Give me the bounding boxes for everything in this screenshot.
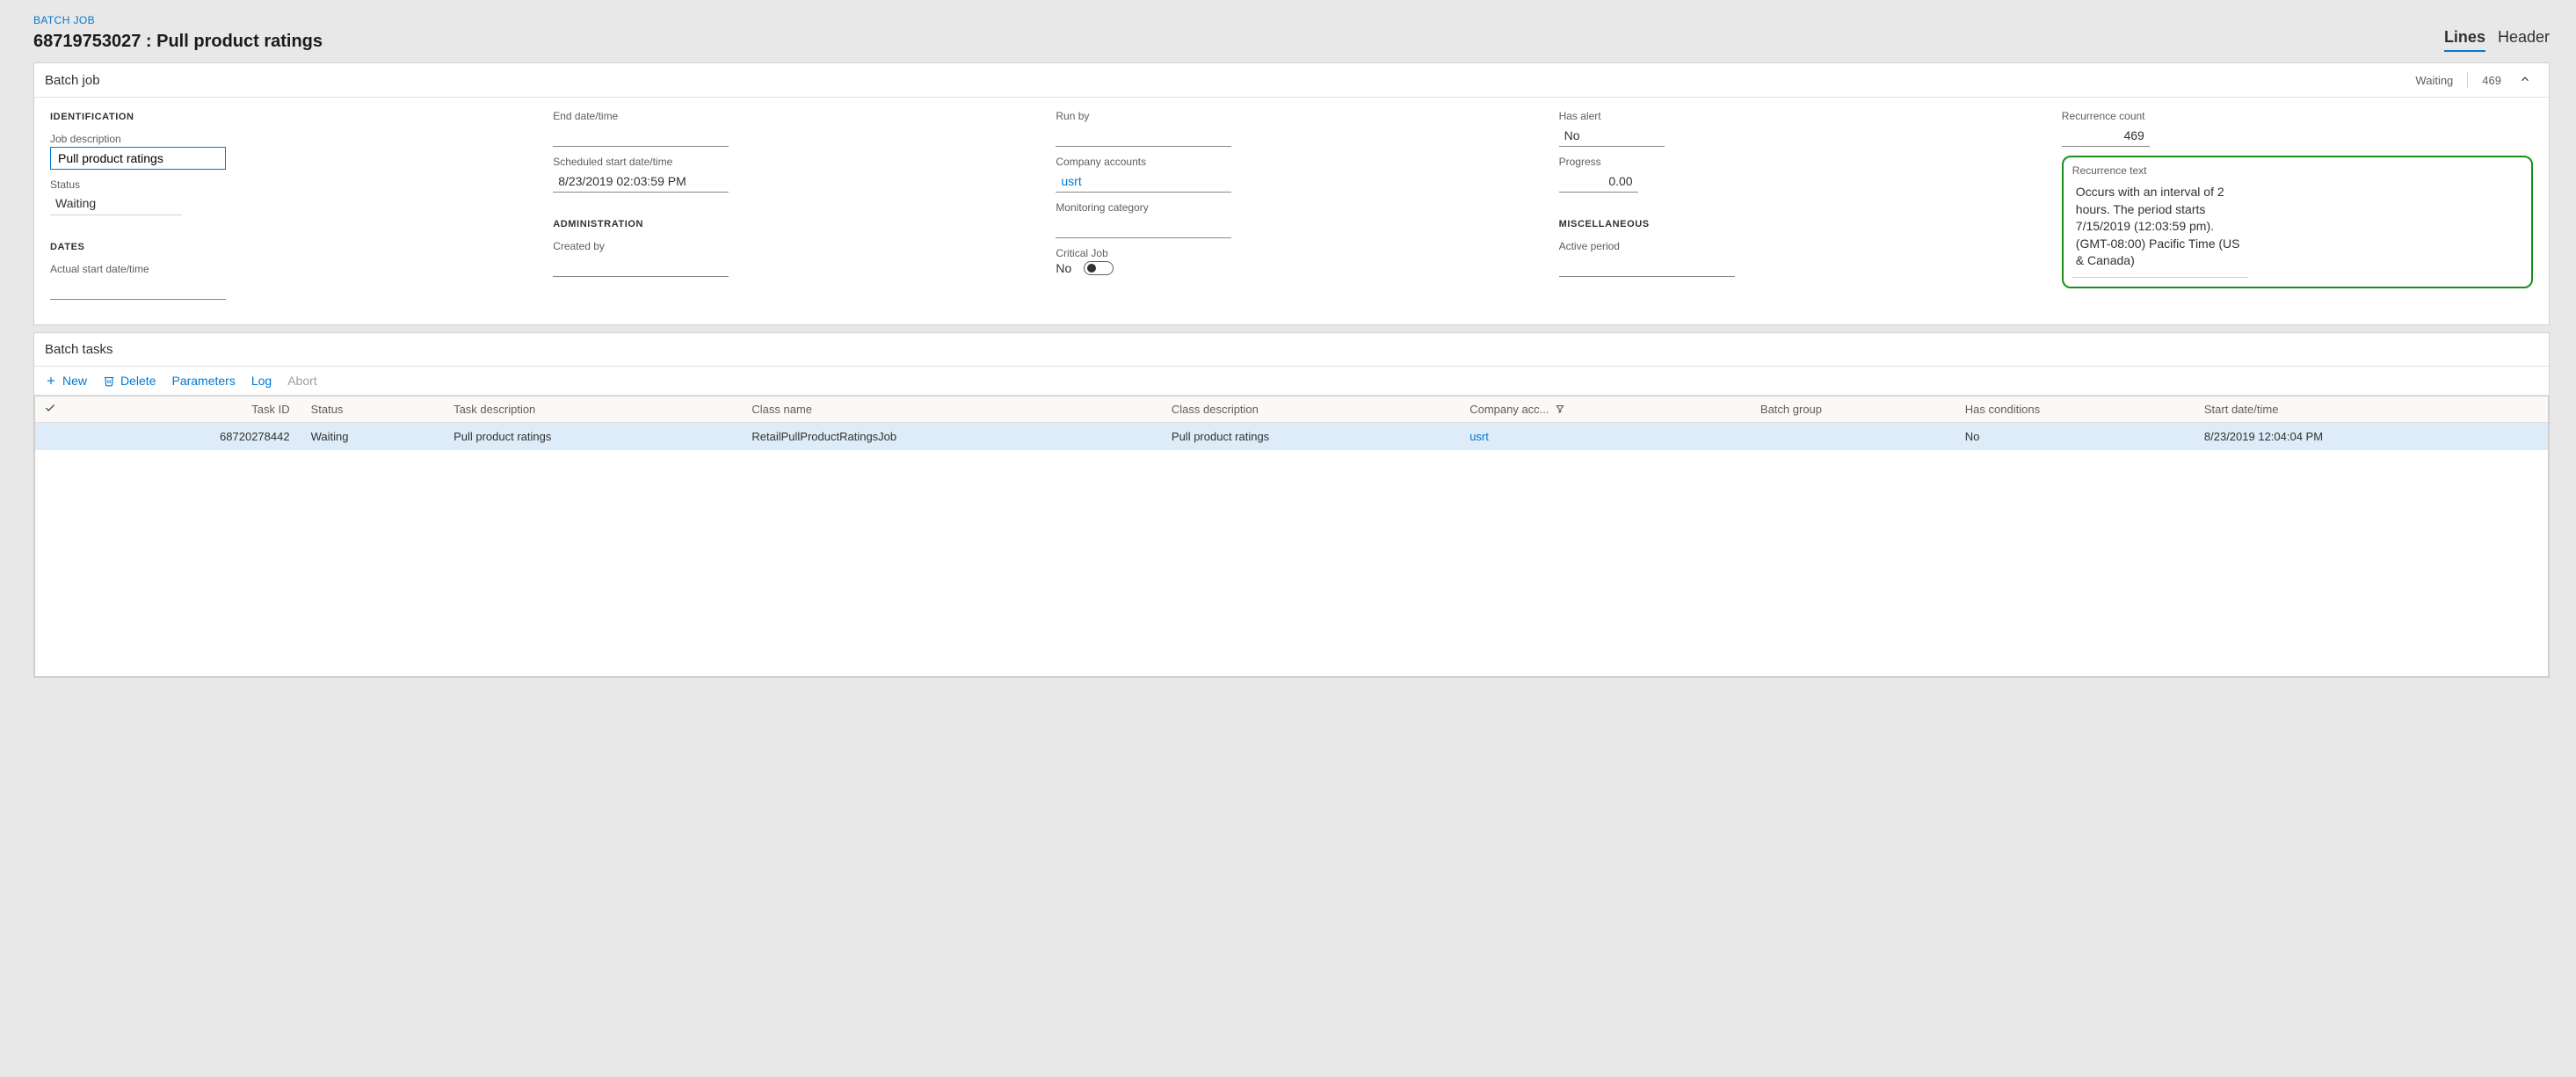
cell-company[interactable]: usrt	[1461, 423, 1752, 451]
delete-label: Delete	[120, 374, 156, 388]
abort-button: Abort	[287, 374, 316, 388]
abort-label: Abort	[287, 374, 316, 388]
scheduled-start-value[interactable]: 8/23/2019 02:03:59 PM	[553, 170, 729, 193]
progress-label: Progress	[1559, 156, 2030, 168]
col-class-desc[interactable]: Class description	[1163, 397, 1461, 423]
actual-start-label: Actual start date/time	[50, 263, 521, 275]
cell-start: 8/23/2019 12:04:04 PM	[2195, 423, 2548, 451]
cell-task-desc: Pull product ratings	[445, 423, 743, 451]
run-by-value[interactable]	[1056, 124, 1231, 147]
cell-batch-group	[1752, 423, 1956, 451]
status-value: Waiting	[50, 193, 182, 215]
created-by-value[interactable]	[553, 254, 729, 277]
col-status[interactable]: Status	[302, 397, 446, 423]
job-description-label: Job description	[50, 133, 521, 145]
recurrence-count-label: Recurrence count	[2062, 110, 2533, 122]
page-title: 68719753027 : Pull product ratings	[33, 32, 323, 52]
active-period-value[interactable]	[1559, 254, 1735, 277]
parameters-button[interactable]: Parameters	[171, 374, 235, 388]
page-header: BATCH JOB 68719753027 : Pull product rat…	[4, 4, 2576, 57]
tab-header[interactable]: Header	[2498, 28, 2550, 52]
trash-icon	[103, 375, 115, 387]
critical-job-label: Critical Job	[1056, 247, 1527, 259]
count-chip: 469	[2482, 74, 2501, 87]
company-accounts-value[interactable]: usrt	[1056, 170, 1231, 193]
new-label: New	[62, 374, 87, 388]
has-alert-label: Has alert	[1559, 110, 2030, 122]
company-accounts-label: Company accounts	[1056, 156, 1527, 168]
progress-value[interactable]: 0.00	[1559, 170, 1638, 193]
plus-icon	[45, 375, 57, 387]
run-by-label: Run by	[1056, 110, 1527, 122]
monitoring-category-label: Monitoring category	[1056, 201, 1527, 214]
end-date-label: End date/time	[553, 110, 1024, 122]
identification-heading: IDENTIFICATION	[50, 112, 521, 122]
cell-status: Waiting	[302, 423, 446, 451]
monitoring-category-value[interactable]	[1056, 215, 1231, 238]
col-has-conditions[interactable]: Has conditions	[1956, 397, 2195, 423]
col-company[interactable]: Company acc...	[1461, 397, 1752, 423]
recurrence-text-label: Recurrence text	[2072, 164, 2522, 177]
delete-button[interactable]: Delete	[103, 374, 156, 388]
administration-heading: ADMINISTRATION	[553, 219, 1024, 229]
log-label: Log	[251, 374, 272, 388]
cell-task-id: 68720278442	[67, 423, 302, 451]
batch-job-card-title: Batch job	[45, 73, 100, 88]
select-column[interactable]	[35, 397, 67, 423]
col-batch-group[interactable]: Batch group	[1752, 397, 1956, 423]
col-task-id[interactable]: Task ID	[67, 397, 302, 423]
dates-heading: DATES	[50, 242, 521, 252]
has-alert-value[interactable]: No	[1559, 124, 1665, 147]
col-task-desc[interactable]: Task description	[445, 397, 743, 423]
batch-job-card: Batch job Waiting 469 IDENTIFICATION Job…	[33, 62, 2550, 325]
tasks-grid: Task ID Status Task description Class na…	[35, 397, 2548, 450]
created-by-label: Created by	[553, 240, 1024, 252]
critical-job-value: No	[1056, 261, 1071, 275]
status-label: Status	[50, 178, 521, 191]
chevron-up-icon[interactable]	[2515, 73, 2535, 88]
col-class-name[interactable]: Class name	[743, 397, 1163, 423]
filter-icon[interactable]	[1556, 405, 1564, 416]
actual-start-value[interactable]	[50, 277, 226, 300]
critical-job-toggle[interactable]	[1084, 261, 1114, 275]
end-date-value[interactable]	[553, 124, 729, 147]
tab-lines[interactable]: Lines	[2444, 28, 2485, 52]
miscellaneous-heading: MISCELLANEOUS	[1559, 219, 2030, 229]
recurrence-count-value[interactable]: 469	[2062, 124, 2150, 147]
status-chip: Waiting	[2415, 74, 2453, 87]
job-description-input[interactable]	[50, 147, 226, 170]
recurrence-text-highlight: Recurrence text Occurs with an interval …	[2062, 156, 2533, 288]
breadcrumb[interactable]: BATCH JOB	[33, 14, 323, 26]
active-period-label: Active period	[1559, 240, 2030, 252]
scheduled-start-label: Scheduled start date/time	[553, 156, 1024, 168]
cell-has-conditions: No	[1956, 423, 2195, 451]
table-row[interactable]: 68720278442 Waiting Pull product ratings…	[35, 423, 2548, 451]
divider	[2467, 72, 2468, 88]
new-button[interactable]: New	[45, 374, 87, 388]
cell-class-desc: Pull product ratings	[1163, 423, 1461, 451]
log-button[interactable]: Log	[251, 374, 272, 388]
batch-tasks-title: Batch tasks	[45, 342, 113, 357]
cell-class-name: RetailPullProductRatingsJob	[743, 423, 1163, 451]
parameters-label: Parameters	[171, 374, 235, 388]
recurrence-text-value: Occurs with an interval of 2 hours. The …	[2072, 178, 2248, 278]
batch-tasks-card: Batch tasks New Delete Parameters Log	[33, 332, 2550, 678]
col-start[interactable]: Start date/time	[2195, 397, 2548, 423]
